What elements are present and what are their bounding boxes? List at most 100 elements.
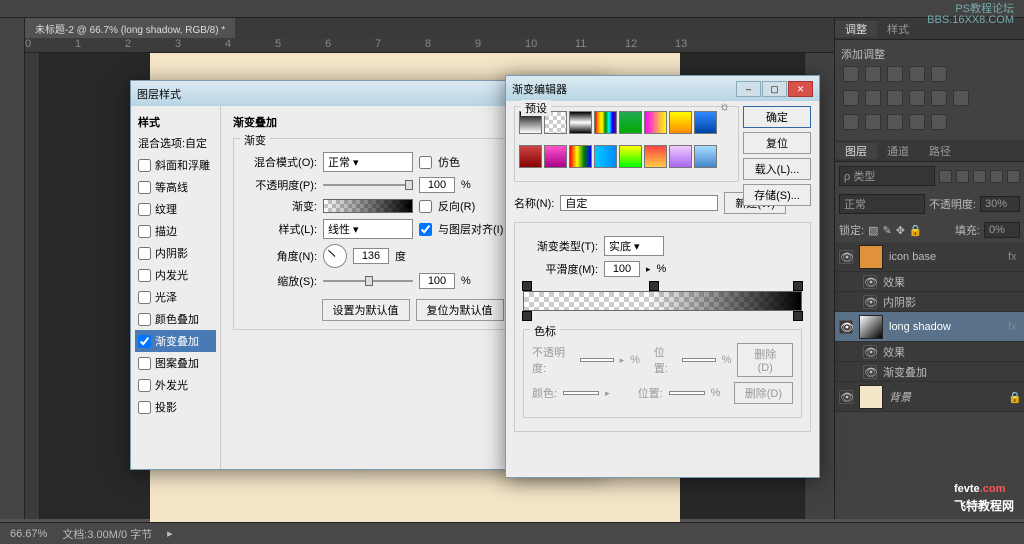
- gradient-swatch[interactable]: [669, 111, 692, 134]
- gradient-swatch[interactable]: [694, 145, 717, 168]
- adjust-icon[interactable]: [865, 114, 881, 130]
- fx-row[interactable]: 👁渐变叠加: [835, 362, 1024, 382]
- style-item[interactable]: 纹理: [135, 198, 216, 220]
- document-tab[interactable]: 未标题-2 @ 66.7% (long shadow, RGB/8) *: [25, 18, 235, 39]
- gradient-swatch[interactable]: [569, 145, 592, 168]
- doc-size[interactable]: 文档:3.00M/0 字节: [62, 526, 152, 542]
- adjust-icon[interactable]: [931, 66, 947, 82]
- minimize-button[interactable]: –: [736, 81, 761, 97]
- tab-adjust[interactable]: 调整: [835, 21, 877, 37]
- style-item[interactable]: 内阴影: [135, 242, 216, 264]
- style-item[interactable]: 颜色叠加: [135, 308, 216, 330]
- adjust-icon[interactable]: [865, 66, 881, 82]
- fx-row[interactable]: 👁效果: [835, 342, 1024, 362]
- app-menubar[interactable]: [0, 0, 1024, 18]
- visibility-icon[interactable]: 👁: [839, 320, 853, 334]
- adjust-icon[interactable]: [953, 90, 969, 106]
- gradient-swatch[interactable]: [569, 111, 592, 134]
- gradient-swatch[interactable]: [644, 145, 667, 168]
- style-checkbox[interactable]: [138, 159, 151, 172]
- layer-thumb[interactable]: [859, 385, 883, 409]
- lock-move-icon[interactable]: ✥: [896, 224, 905, 237]
- cancel-button[interactable]: 复位: [743, 132, 811, 154]
- style-item[interactable]: 描边: [135, 220, 216, 242]
- gradient-swatch[interactable]: [644, 111, 667, 134]
- opacity-stop[interactable]: [522, 281, 532, 291]
- layer-kind-select[interactable]: ρ 类型: [839, 166, 935, 186]
- adjust-icon[interactable]: [887, 114, 903, 130]
- style-checkbox[interactable]: [138, 313, 151, 326]
- blend-mode-select[interactable]: 正常: [839, 194, 925, 214]
- layer-name[interactable]: long shadow: [889, 321, 951, 333]
- style-checkbox[interactable]: [138, 335, 151, 348]
- fx-row[interactable]: 👁内阴影: [835, 292, 1024, 312]
- style-item[interactable]: 内发光: [135, 264, 216, 286]
- adjust-icon[interactable]: [909, 114, 925, 130]
- layer-thumb[interactable]: [859, 245, 883, 269]
- layer-row[interactable]: 👁 long shadow fx: [835, 312, 1024, 342]
- load-button[interactable]: 载入(L)...: [743, 158, 811, 180]
- layer-thumb[interactable]: [859, 315, 883, 339]
- save-button[interactable]: 存储(S)...: [743, 184, 811, 206]
- reverse-checkbox[interactable]: [419, 200, 432, 213]
- opacity-stop[interactable]: [649, 281, 659, 291]
- style-item[interactable]: 外发光: [135, 374, 216, 396]
- styles-header[interactable]: 样式: [135, 112, 216, 132]
- layer-name[interactable]: icon base: [889, 251, 936, 263]
- gradient-swatch[interactable]: [619, 145, 642, 168]
- tab-layers[interactable]: 图层: [835, 143, 877, 159]
- style-checkbox[interactable]: [138, 181, 151, 194]
- lock-paint-icon[interactable]: ✎: [882, 224, 891, 237]
- name-input[interactable]: [560, 195, 718, 211]
- fx-badge[interactable]: fx: [1008, 321, 1020, 333]
- filter-icon[interactable]: [939, 170, 952, 183]
- tab-paths[interactable]: 路径: [919, 143, 961, 159]
- fx-row[interactable]: 👁效果: [835, 272, 1024, 292]
- scale-slider[interactable]: [323, 274, 413, 288]
- gradient-swatch[interactable]: [619, 111, 642, 134]
- visibility-icon[interactable]: 👁: [863, 365, 877, 379]
- visibility-icon[interactable]: 👁: [863, 295, 877, 309]
- gradient-swatch[interactable]: [594, 111, 617, 134]
- style-item[interactable]: 光泽: [135, 286, 216, 308]
- fill-input[interactable]: 0%: [984, 222, 1020, 238]
- style-item[interactable]: 图案叠加: [135, 352, 216, 374]
- visibility-icon[interactable]: 👁: [863, 275, 877, 289]
- style-item[interactable]: 投影: [135, 396, 216, 418]
- gradient-swatch[interactable]: [669, 145, 692, 168]
- zoom-level[interactable]: 66.67%: [10, 528, 47, 540]
- color-stop[interactable]: [522, 311, 532, 321]
- style-checkbox[interactable]: [138, 291, 151, 304]
- style-checkbox[interactable]: [138, 247, 151, 260]
- adjust-icon[interactable]: [865, 90, 881, 106]
- type-select[interactable]: 实底 ▾: [604, 236, 664, 256]
- style-checkbox[interactable]: [138, 269, 151, 282]
- adjust-icon[interactable]: [909, 66, 925, 82]
- adjust-icon[interactable]: [909, 90, 925, 106]
- filter-icon[interactable]: [973, 170, 986, 183]
- tool-column[interactable]: [0, 18, 25, 519]
- style-select[interactable]: 线性 ▾: [323, 219, 413, 239]
- style-checkbox[interactable]: [138, 225, 151, 238]
- adjust-icon[interactable]: [887, 90, 903, 106]
- ok-button[interactable]: 确定: [743, 106, 811, 128]
- style-item[interactable]: 斜面和浮雕: [135, 154, 216, 176]
- gradient-swatch[interactable]: [694, 111, 717, 134]
- adjust-icon[interactable]: [843, 66, 859, 82]
- filter-icon[interactable]: [990, 170, 1003, 183]
- style-checkbox[interactable]: [138, 379, 151, 392]
- gradient-bar[interactable]: [523, 291, 802, 311]
- gradient-preview[interactable]: ▾: [323, 199, 413, 213]
- adjust-icon[interactable]: [887, 66, 903, 82]
- adjust-icon[interactable]: [843, 90, 859, 106]
- style-checkbox[interactable]: [138, 401, 151, 414]
- gradient-swatch[interactable]: [519, 145, 542, 168]
- angle-dial[interactable]: [323, 244, 347, 268]
- gradient-swatch[interactable]: [594, 145, 617, 168]
- smooth-input[interactable]: 100: [604, 261, 640, 277]
- layer-row[interactable]: 👁 背景 🔒: [835, 382, 1024, 412]
- lock-all-icon[interactable]: 🔒: [909, 224, 923, 237]
- close-button[interactable]: ✕: [788, 81, 813, 97]
- tab-style[interactable]: 样式: [877, 21, 919, 37]
- filter-icon[interactable]: [956, 170, 969, 183]
